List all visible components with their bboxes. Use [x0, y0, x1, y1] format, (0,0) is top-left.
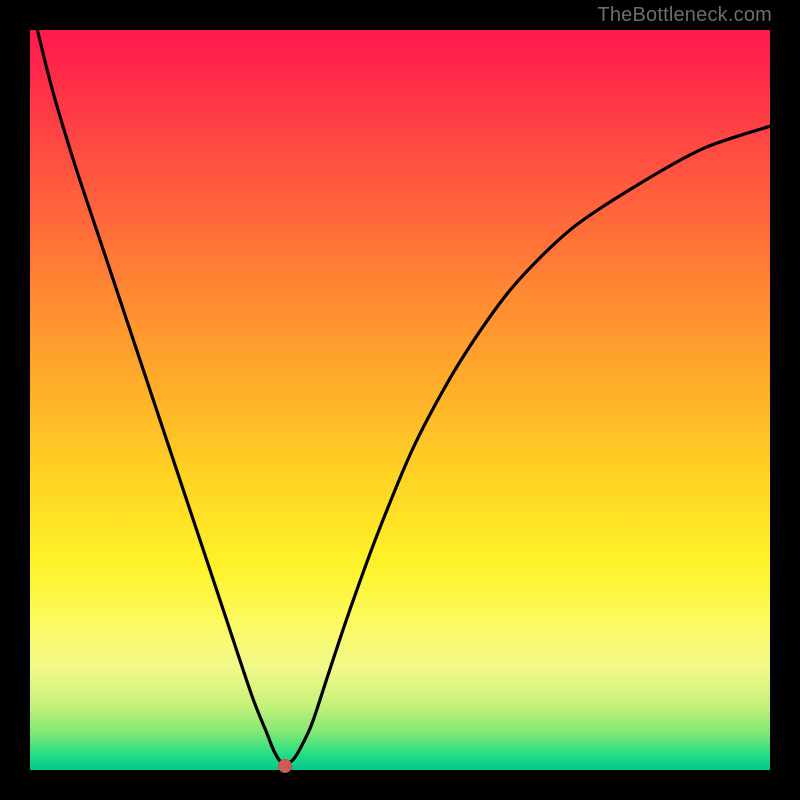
plot-area: [30, 30, 770, 770]
bottleneck-curve: [30, 30, 770, 770]
optimal-point-marker: [278, 759, 292, 773]
watermark-text: TheBottleneck.com: [597, 4, 772, 27]
chart-frame: TheBottleneck.com: [0, 0, 800, 800]
